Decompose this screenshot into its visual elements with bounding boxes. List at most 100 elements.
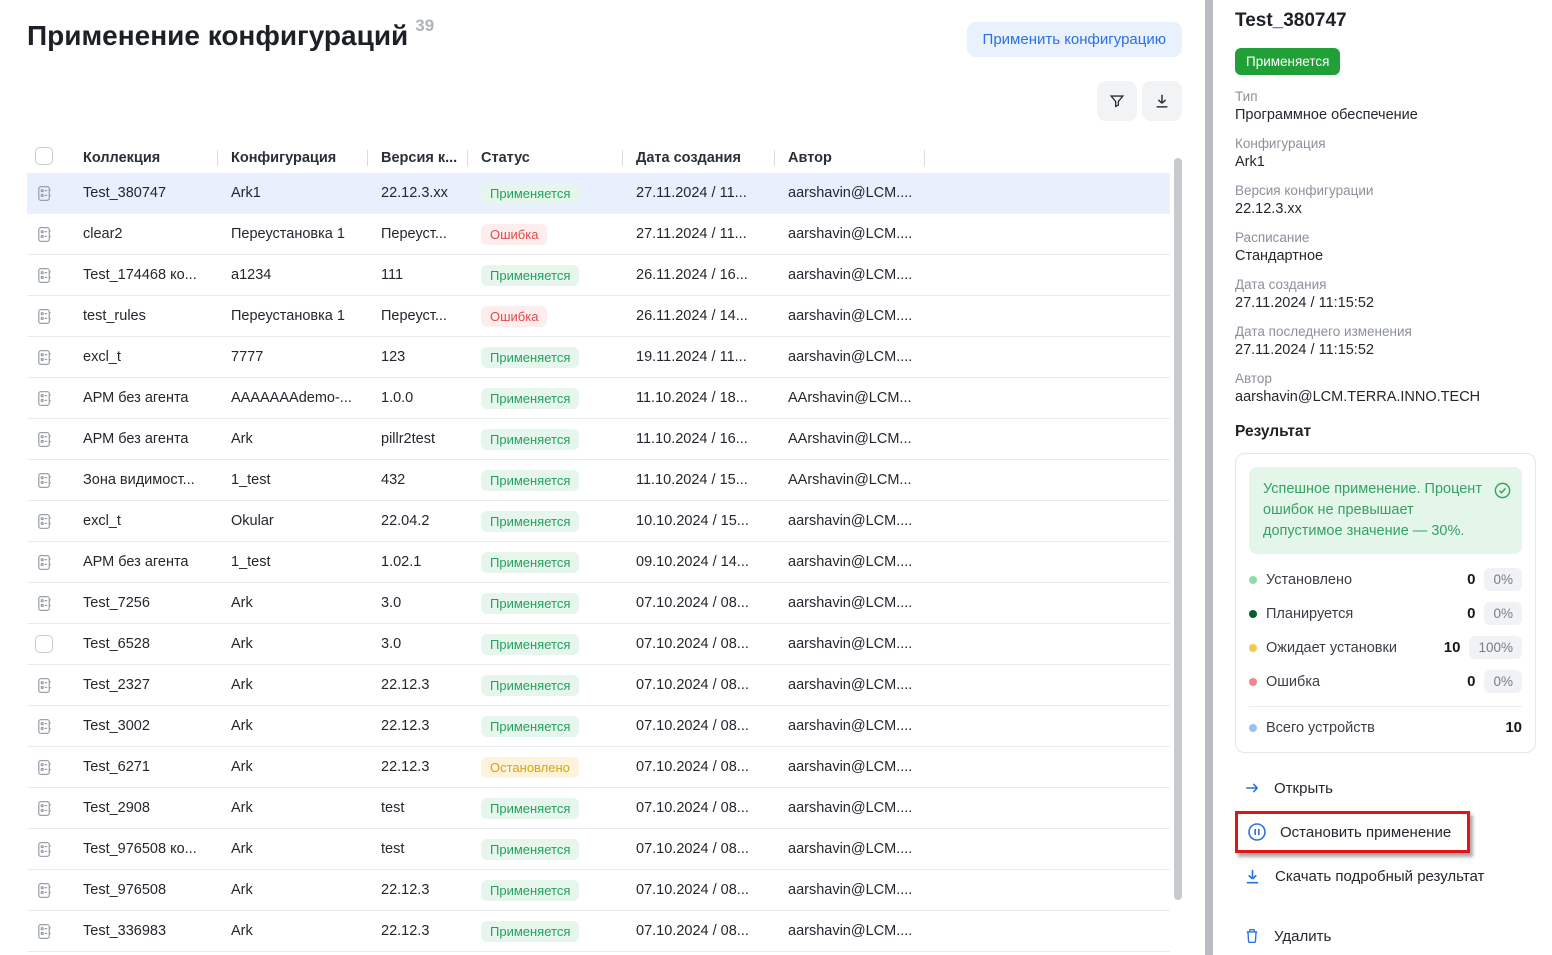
column-header-date[interactable]: Дата создания xyxy=(622,150,774,166)
table-row[interactable]: Test_2908 Ark test Применяется 07.10.202… xyxy=(27,788,1170,829)
cell-configuration: Ark xyxy=(217,636,367,652)
planned-dot-icon xyxy=(1249,610,1257,618)
table-row[interactable]: Test_976508 ко... Ark test Применяется 0… xyxy=(27,829,1170,870)
cell-date: 11.10.2024 / 18... xyxy=(622,390,774,406)
stat-label: Установлено xyxy=(1266,572,1451,588)
table-row[interactable]: Зона видимост... 1_test 432 Применяется … xyxy=(27,460,1170,501)
panel-actions: Открыть Остановить применение xyxy=(1235,779,1536,945)
cell-version: 1.02.1 xyxy=(367,554,467,570)
cell-configuration: Ark1 xyxy=(217,185,367,201)
row-leading[interactable] xyxy=(27,184,69,203)
collection-icon xyxy=(35,717,54,736)
configurations-table: Коллекция Конфигурация Версия к... Стату… xyxy=(27,143,1170,952)
page-title-text: Применение конфигураций xyxy=(27,20,408,51)
table-row[interactable]: АРМ без агента Ark pillr2test Применяетс… xyxy=(27,419,1170,460)
status-badge: Ошибка xyxy=(481,224,547,245)
field-type: Тип Программное обеспечение xyxy=(1235,89,1536,123)
column-header-author[interactable]: Автор xyxy=(774,150,924,166)
row-leading[interactable] xyxy=(27,717,69,736)
table-header-row: Коллекция Конфигурация Версия к... Стату… xyxy=(27,143,1170,173)
open-button[interactable]: Открыть xyxy=(1243,779,1333,797)
status-badge: Ошибка xyxy=(481,306,547,327)
column-header-status[interactable]: Статус xyxy=(467,150,622,166)
status-badge: Применяется xyxy=(481,716,579,737)
cell-version: 111 xyxy=(367,267,467,283)
field-label: Дата последнего изменения xyxy=(1235,324,1536,339)
stat-percent: 0% xyxy=(1484,670,1522,693)
table-row[interactable]: test_rules Переустановка 1 Переуст... Ош… xyxy=(27,296,1170,337)
table-row[interactable]: Test_336983 Ark 22.12.3 Применяется 07.1… xyxy=(27,911,1170,952)
row-leading[interactable] xyxy=(27,553,69,572)
delete-button[interactable]: Удалить xyxy=(1243,927,1331,945)
row-leading[interactable] xyxy=(27,512,69,531)
column-header-configuration[interactable]: Конфигурация xyxy=(217,150,367,166)
row-leading[interactable] xyxy=(27,225,69,244)
filter-button[interactable] xyxy=(1097,81,1137,121)
table-row[interactable]: АРМ без агента AAAAAAAdemo-... 1.0.0 При… xyxy=(27,378,1170,419)
cell-date: 11.10.2024 / 16... xyxy=(622,431,774,447)
collection-icon xyxy=(35,758,54,777)
row-leading[interactable] xyxy=(27,389,69,408)
stop-apply-button[interactable]: Остановить применение xyxy=(1247,822,1451,842)
cell-collection: АРМ без агента xyxy=(69,431,217,447)
table-row[interactable]: excl_t 7777 123 Применяется 19.11.2024 /… xyxy=(27,337,1170,378)
column-header-collection[interactable]: Коллекция xyxy=(69,150,217,166)
table-row[interactable]: Test_3002 Ark 22.12.3 Применяется 07.10.… xyxy=(27,706,1170,747)
status-badge: Применяется xyxy=(481,347,579,368)
cell-date: 07.10.2024 / 08... xyxy=(622,595,774,611)
table-row[interactable]: Test_174468 ко... a1234 111 Применяется … xyxy=(27,255,1170,296)
table-row[interactable]: Test_380747 Ark1 22.12.3.xx Применяется … xyxy=(27,173,1170,214)
table-row[interactable]: Test_6271 Ark 22.12.3 Остановлено 07.10.… xyxy=(27,747,1170,788)
row-leading[interactable] xyxy=(27,430,69,449)
table-row[interactable]: Test_2327 Ark 22.12.3 Применяется 07.10.… xyxy=(27,665,1170,706)
cell-configuration: AAAAAAAdemo-... xyxy=(217,390,367,406)
table-row[interactable]: АРМ без агента 1_test 1.02.1 Применяется… xyxy=(27,542,1170,583)
row-leading[interactable] xyxy=(27,676,69,695)
stop-apply-label: Остановить применение xyxy=(1280,824,1451,841)
cell-author: aarshavin@LCM.... xyxy=(774,513,924,529)
cell-status: Применяется xyxy=(467,552,622,573)
row-leading[interactable] xyxy=(27,594,69,613)
cell-collection: Test_2908 xyxy=(69,800,217,816)
field-label: Дата создания xyxy=(1235,277,1536,292)
export-button[interactable] xyxy=(1142,81,1182,121)
row-leading[interactable] xyxy=(27,635,69,653)
cell-configuration: Okular xyxy=(217,513,367,529)
table-row[interactable]: Test_7256 Ark 3.0 Применяется 07.10.2024… xyxy=(27,583,1170,624)
row-leading[interactable] xyxy=(27,922,69,941)
row-leading[interactable] xyxy=(27,758,69,777)
stat-value: 10 xyxy=(1498,719,1522,736)
table-row[interactable]: Test_976508 Ark 22.12.3 Применяется 07.1… xyxy=(27,870,1170,911)
row-leading[interactable] xyxy=(27,348,69,367)
table-scrollbar[interactable] xyxy=(1174,158,1182,900)
panel-divider-scrollbar[interactable] xyxy=(1205,0,1213,955)
cell-collection: Test_7256 xyxy=(69,595,217,611)
column-header-version[interactable]: Версия к... xyxy=(367,150,467,166)
cell-collection: Зона видимост... xyxy=(69,472,217,488)
field-value: Программное обеспечение xyxy=(1235,107,1536,123)
row-leading[interactable] xyxy=(27,266,69,285)
select-all-checkbox[interactable] xyxy=(35,147,53,165)
table-row[interactable]: Test_6528 Ark 3.0 Применяется 07.10.2024… xyxy=(27,624,1170,665)
collection-icon xyxy=(35,225,54,244)
field-label: Версия конфигурации xyxy=(1235,183,1536,198)
row-leading[interactable] xyxy=(27,840,69,859)
row-leading[interactable] xyxy=(27,471,69,490)
table-row[interactable]: clear2 Переустановка 1 Переуст... Ошибка… xyxy=(27,214,1170,255)
status-badge: Применяется xyxy=(481,921,579,942)
apply-configuration-button[interactable]: Применить конфигурацию xyxy=(967,22,1182,57)
download-result-button[interactable]: Скачать подробный результат xyxy=(1243,867,1484,886)
row-leading[interactable] xyxy=(27,799,69,818)
cell-status: Остановлено xyxy=(467,757,622,778)
cell-configuration: Ark xyxy=(217,882,367,898)
row-leading[interactable] xyxy=(27,307,69,326)
waiting-dot-icon xyxy=(1249,644,1257,652)
row-checkbox[interactable] xyxy=(35,635,53,653)
trash-icon xyxy=(1243,927,1261,945)
cell-configuration: 1_test xyxy=(217,472,367,488)
cell-collection: Test_976508 ко... xyxy=(69,841,217,857)
cell-configuration: 7777 xyxy=(217,349,367,365)
row-leading[interactable] xyxy=(27,881,69,900)
table-row[interactable]: excl_t Okular 22.04.2 Применяется 10.10.… xyxy=(27,501,1170,542)
cell-date: 07.10.2024 / 08... xyxy=(622,677,774,693)
